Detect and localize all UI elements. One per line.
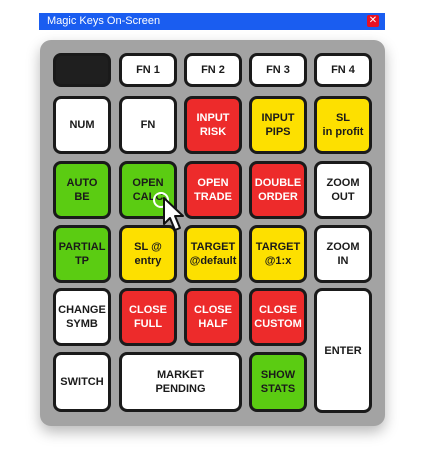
close-half-key-label: CLOSE HALF xyxy=(194,304,232,330)
fn3-key[interactable]: FN 3 xyxy=(249,53,307,87)
open-calc-key[interactable]: OPEN CALC xyxy=(119,161,177,219)
switch-key[interactable]: SWITCH xyxy=(53,352,111,412)
fn1-key[interactable]: FN 1 xyxy=(119,53,177,87)
keypad-panel: FN 1 FN 2 FN 3 FN 4 NUM FN INPUT RISK IN… xyxy=(40,40,385,426)
fn2-key[interactable]: FN 2 xyxy=(184,53,242,87)
target-1x-key[interactable]: TARGET @1:x xyxy=(249,225,307,283)
window-title: Magic Keys On-Screen xyxy=(47,15,161,27)
show-stats-key-label: SHOW STATS xyxy=(260,369,296,395)
target-default-key[interactable]: TARGET @default xyxy=(184,225,242,283)
input-pips-key[interactable]: INPUT PIPS xyxy=(249,96,307,154)
close-button[interactable]: ✕ xyxy=(367,15,379,27)
zoom-in-key-label: ZOOM IN xyxy=(326,241,360,267)
open-trade-key-label: OPEN TRADE xyxy=(194,177,232,203)
zoom-in-key[interactable]: ZOOM IN xyxy=(314,225,372,283)
blank-key[interactable] xyxy=(53,53,111,87)
partial-tp-key-label: PARTIAL TP xyxy=(58,241,106,267)
fn2-key-label: FN 2 xyxy=(201,64,225,76)
num-key[interactable]: NUM xyxy=(53,96,111,154)
target-1x-key-label: TARGET @1:x xyxy=(255,241,301,267)
sl-at-entry-key-label: SL @ entry xyxy=(134,241,162,267)
close-custom-key[interactable]: CLOSE CUSTOM xyxy=(249,288,307,346)
partial-tp-key[interactable]: PARTIAL TP xyxy=(53,225,111,283)
input-risk-key-label: INPUT RISK xyxy=(196,112,230,138)
window-titlebar[interactable]: Magic Keys On-Screen ✕ xyxy=(39,13,385,30)
switch-key-label: SWITCH xyxy=(60,376,104,388)
auto-be-key[interactable]: AUTO BE xyxy=(53,161,111,219)
open-trade-key[interactable]: OPEN TRADE xyxy=(184,161,242,219)
close-icon: ✕ xyxy=(368,15,378,26)
market-pending-key-label: MARKET PENDING xyxy=(155,369,206,395)
close-full-key-label: CLOSE FULL xyxy=(129,304,167,330)
enter-key[interactable]: ENTER xyxy=(314,288,372,413)
zoom-out-key[interactable]: ZOOM OUT xyxy=(314,161,372,219)
market-pending-key[interactable]: MARKET PENDING xyxy=(119,352,242,412)
change-symb-key-label: CHANGE SYMB xyxy=(58,304,106,330)
input-pips-key-label: INPUT PIPS xyxy=(261,112,295,138)
enter-key-label: ENTER xyxy=(324,344,362,357)
fn3-key-label: FN 3 xyxy=(266,64,290,76)
double-order-key[interactable]: DOUBLE ORDER xyxy=(249,161,307,219)
sl-in-profit-key-label: SL in profit xyxy=(322,112,364,138)
target-default-key-label: TARGET @default xyxy=(189,241,237,267)
sl-at-entry-key[interactable]: SL @ entry xyxy=(119,225,177,283)
fn1-key-label: FN 1 xyxy=(136,64,160,76)
fn-key-label: FN xyxy=(140,119,156,131)
close-half-key[interactable]: CLOSE HALF xyxy=(184,288,242,346)
change-symb-key[interactable]: CHANGE SYMB xyxy=(53,288,111,346)
fn-key[interactable]: FN xyxy=(119,96,177,154)
fn4-key[interactable]: FN 4 xyxy=(314,53,372,87)
sl-in-profit-key[interactable]: SL in profit xyxy=(314,96,372,154)
close-full-key[interactable]: CLOSE FULL xyxy=(119,288,177,346)
input-risk-key[interactable]: INPUT RISK xyxy=(184,96,242,154)
auto-be-key-label: AUTO BE xyxy=(66,177,98,203)
fn4-key-label: FN 4 xyxy=(331,64,355,76)
zoom-out-key-label: ZOOM OUT xyxy=(326,177,360,203)
double-order-key-label: DOUBLE ORDER xyxy=(254,177,302,203)
open-calc-key-label: OPEN CALC xyxy=(132,177,164,203)
close-custom-key-label: CLOSE CUSTOM xyxy=(254,304,302,330)
num-key-label: NUM xyxy=(69,119,95,131)
show-stats-key[interactable]: SHOW STATS xyxy=(249,352,307,412)
